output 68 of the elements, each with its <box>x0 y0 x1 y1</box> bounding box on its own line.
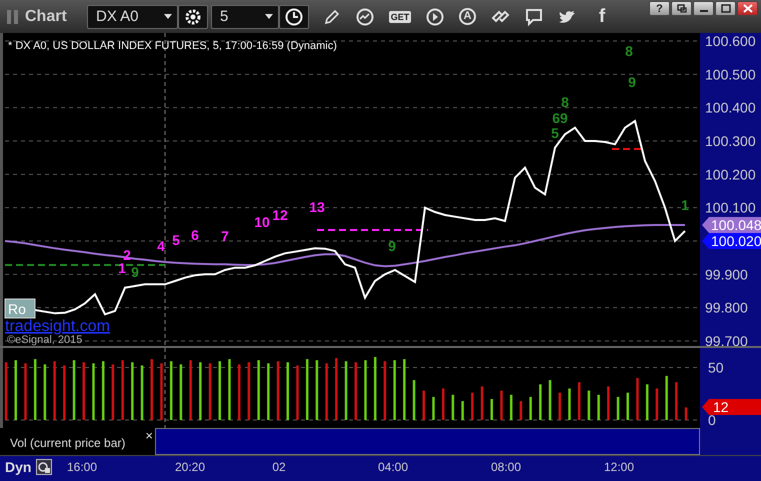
time-label: 12:00 <box>604 460 634 474</box>
minimize-button[interactable] <box>693 1 714 16</box>
pencil-icon[interactable] <box>323 8 341 26</box>
axis-label: 100.600 <box>705 33 756 49</box>
axis-label: 100.200 <box>705 166 756 182</box>
axis-label: 0 <box>708 412 716 428</box>
help-button[interactable]: ? <box>649 1 670 16</box>
window-title: Chart <box>25 8 68 26</box>
count-label: 1 <box>681 197 689 213</box>
caret-icon <box>164 14 172 19</box>
count-label: 8 <box>561 94 569 110</box>
count-label: 13 <box>309 199 325 215</box>
time-label: 04:00 <box>378 460 408 474</box>
count-label: 9 <box>628 74 636 90</box>
axis-label: 99.900 <box>705 266 748 282</box>
axis-label: 100.100 <box>705 200 756 216</box>
axis-label: 50 <box>708 360 724 376</box>
close-button[interactable] <box>737 1 758 16</box>
axis-label: 100.500 <box>705 66 756 82</box>
count-label: 9 <box>131 264 139 280</box>
time-label: 08:00 <box>490 460 522 474</box>
restore-icon <box>676 4 686 13</box>
time-label: 16:00 <box>66 460 98 474</box>
count-label: 7 <box>221 228 229 244</box>
price-marker: 100.048 <box>702 217 761 233</box>
count-label: 1 <box>118 260 126 276</box>
count-label: 9 <box>388 238 396 254</box>
axis-label: 99.800 <box>705 300 748 316</box>
interval-field[interactable]: 5 <box>211 4 279 28</box>
maximize-icon <box>720 4 730 13</box>
toolbar-button[interactable]: f <box>592 6 612 28</box>
toolbar-button[interactable]: A <box>459 8 476 25</box>
axis-label: 100.400 <box>705 100 756 116</box>
chart-header: * DX A0, US DOLLAR INDEX FUTURES, 5, 17:00-16:59 (Dynamic) <box>8 40 337 52</box>
copyright-text: ©eSignal, 2015 <box>7 334 82 346</box>
time-label: 02 <box>272 460 286 474</box>
maximize-button[interactable] <box>715 1 736 16</box>
play-icon[interactable] <box>425 6 445 26</box>
count-label: 5 <box>172 232 180 248</box>
price-marker: 100.020 <box>702 233 761 249</box>
count-label: 6 <box>191 227 199 243</box>
grip-icon <box>6 8 20 24</box>
symbol-field[interactable]: DX A0 <box>87 4 178 28</box>
close-button[interactable]: × <box>145 428 153 443</box>
study-label[interactable]: Vol (current price bar) × <box>0 428 155 455</box>
settings-icon <box>183 6 203 26</box>
clock-icon <box>284 6 304 26</box>
study-name: Vol (current price bar) <box>10 436 126 450</box>
comment-icon[interactable] <box>524 6 544 26</box>
count-label: 4 <box>157 238 165 254</box>
axis-label: 99.700 <box>705 333 748 346</box>
count-label: 10 <box>254 214 270 230</box>
count-label: 69 <box>552 110 568 126</box>
count-label: 5 <box>551 125 559 141</box>
restore-button[interactable] <box>671 1 692 16</box>
volume-marker: 12 <box>702 399 761 415</box>
lock-icon[interactable] <box>36 459 52 475</box>
count-label: 12 <box>272 207 288 223</box>
chart-refresh-icon[interactable] <box>355 6 375 26</box>
time-label: 20:20 <box>174 460 206 474</box>
close-icon <box>742 4 752 13</box>
settings-button[interactable] <box>178 4 208 28</box>
caret-icon <box>265 14 273 19</box>
clock-button[interactable] <box>279 4 309 28</box>
mode-label: Dyn <box>5 459 32 475</box>
axis-label: 100.300 <box>705 133 756 149</box>
count-label: 8 <box>625 43 633 59</box>
toolbar-button[interactable]: GET <box>389 10 411 22</box>
